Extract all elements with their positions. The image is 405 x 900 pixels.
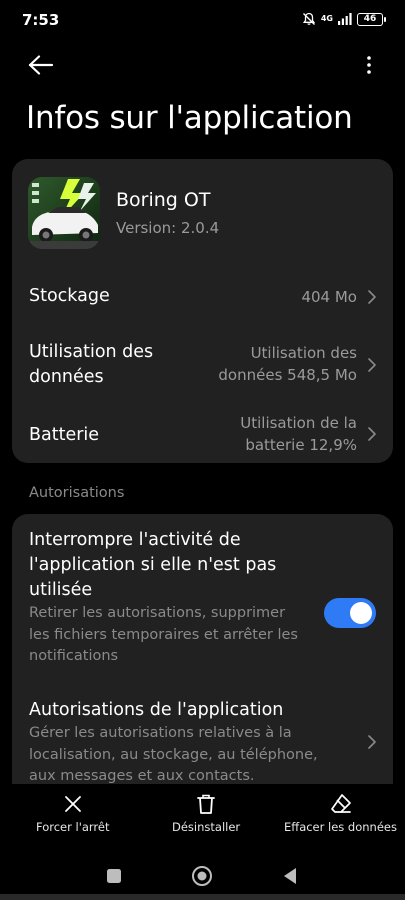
back-arrow-icon [28, 55, 54, 75]
chevron-right-icon [368, 427, 376, 441]
data-usage-value-line1: Utilisation des [250, 344, 357, 362]
toggle-knob [350, 602, 372, 624]
chevron-right-icon [368, 290, 376, 304]
status-bar: 7:53 4G 46 [0, 0, 405, 40]
back-triangle-icon [284, 868, 296, 884]
recents-button[interactable] [102, 864, 126, 888]
battery-value-line2: batterie 12,9% [245, 436, 357, 454]
app-info-card: Boring OT Version: 2.0.4 Stockage 404 Mo… [12, 159, 393, 463]
app-icon [28, 177, 100, 249]
recents-square-icon [107, 869, 121, 883]
home-circle-icon [192, 866, 212, 886]
battery-level: 46 [363, 14, 377, 24]
force-stop-button[interactable]: Forcer l'arrêt [36, 792, 110, 834]
app-name: Boring OT [116, 189, 211, 211]
pause-activity-title-line1: Interrompre l'activité de [29, 530, 241, 550]
battery-value: Utilisation de la batterie 12,9% [240, 412, 357, 456]
page-title: Infos sur l'application [26, 100, 353, 136]
app-permissions-desc-line2: localisation, au stockage, au téléphone, [29, 746, 318, 763]
eraser-icon [330, 794, 351, 813]
storage-label: Stockage [29, 286, 110, 306]
system-navigation-bar [0, 852, 405, 900]
pause-activity-title-line2: l'application si elle n'est pas [29, 555, 277, 575]
status-time: 7:53 [22, 11, 60, 29]
data-usage-label: Utilisation des données [29, 340, 153, 390]
mute-bell-icon [302, 12, 315, 25]
pause-activity-desc-line2: les fichiers temporaires et arrêter les [29, 626, 298, 643]
home-button[interactable] [190, 864, 214, 888]
system-back-button[interactable] [278, 864, 302, 888]
bottom-action-bar: Forcer l'arrêt Désinstaller Effacer les … [0, 784, 405, 850]
back-button[interactable] [24, 50, 58, 80]
home-indicator [0, 894, 405, 900]
data-usage-value-line2: données 548,5 Mo [218, 366, 357, 384]
data-usage-label-line2: données [29, 367, 104, 387]
battery-row[interactable]: Batterie Utilisation de la batterie 12,9… [12, 411, 393, 457]
app-version: Version: 2.0.4 [116, 219, 220, 237]
force-stop-label: Forcer l'arrêt [36, 820, 110, 834]
chevron-right-icon [368, 735, 376, 749]
clear-data-button[interactable]: Effacer les données [284, 792, 397, 834]
battery-value-line1: Utilisation de la [240, 414, 357, 432]
battery-icon: 46 [357, 12, 386, 26]
trash-icon [197, 794, 215, 814]
status-icons: 4G 46 [302, 12, 386, 26]
pause-activity-title: Interrompre l'activité de l'application … [29, 528, 276, 603]
pause-activity-row[interactable]: Interrompre l'activité de l'application … [12, 528, 393, 678]
pause-activity-description: Retirer les autorisations, supprimer les… [29, 603, 298, 668]
app-permissions-description: Gérer les autorisations relatives à la l… [29, 723, 318, 788]
close-icon [64, 796, 81, 812]
battery-label: Batterie [29, 425, 100, 445]
signal-icon [338, 13, 352, 25]
pause-activity-toggle[interactable] [324, 598, 376, 628]
clear-data-label: Effacer les données [284, 820, 397, 834]
pause-activity-desc-line1: Retirer les autorisations, supprimer [29, 605, 286, 621]
storage-row[interactable]: Stockage 404 Mo [12, 279, 393, 315]
data-usage-row[interactable]: Utilisation des données Utilisation des … [12, 337, 393, 393]
section-label-autorisations: Autorisations [29, 485, 125, 501]
storage-value: 404 Mo [301, 288, 357, 306]
pause-activity-title-line3: utilisée [29, 580, 93, 600]
data-usage-label-line1: Utilisation des [29, 342, 154, 362]
uninstall-label: Désinstaller [172, 820, 241, 834]
pause-activity-desc-line3: notifications [29, 648, 119, 664]
app-permissions-title: Autorisations de l'application [29, 700, 284, 720]
permissions-card: Interrompre l'activité de l'application … [12, 514, 393, 804]
network-type: 4G [320, 14, 333, 23]
app-permissions-desc-line1: Gérer les autorisations relatives à la [29, 725, 292, 741]
app-permissions-row[interactable]: Autorisations de l'application Gérer les… [12, 696, 393, 796]
data-usage-value: Utilisation des données 548,5 Mo [218, 342, 357, 386]
chevron-right-icon [368, 358, 376, 372]
more-options-button[interactable] [359, 50, 379, 80]
app-header: Boring OT Version: 2.0.4 [28, 177, 378, 249]
more-vert-icon [367, 56, 371, 74]
uninstall-button[interactable]: Désinstaller [172, 792, 240, 834]
top-app-bar [0, 44, 405, 84]
